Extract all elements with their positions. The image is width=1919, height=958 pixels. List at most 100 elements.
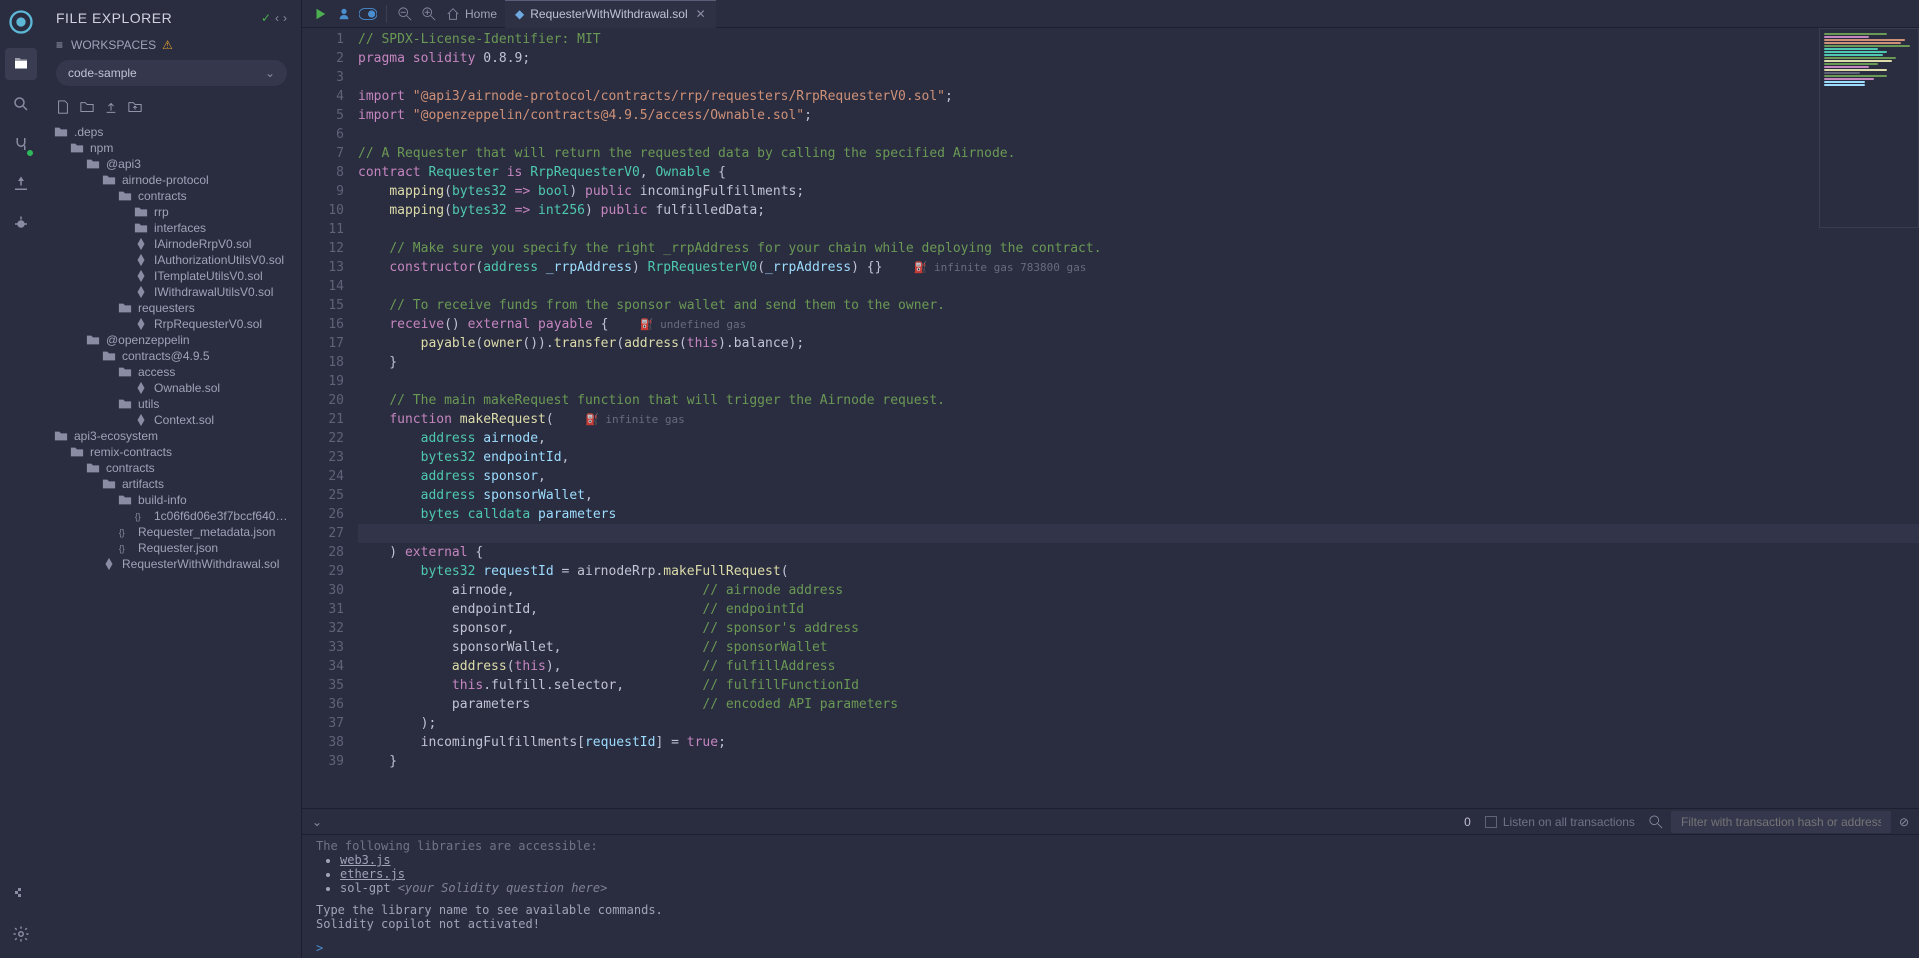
code-content[interactable]: // SPDX-License-Identifier: MITpragma so… xyxy=(358,28,1919,808)
zoom-in-icon[interactable] xyxy=(417,2,441,26)
code-line[interactable]: bytes calldata parameters xyxy=(358,505,1919,524)
listen-checkbox[interactable] xyxy=(1485,816,1497,828)
code-line[interactable]: // The main makeRequest function that wi… xyxy=(358,391,1919,410)
tree-folder[interactable]: airnode-protocol xyxy=(50,172,293,188)
code-line[interactable]: bytes32 requestId = airnodeRrp.makeFullR… xyxy=(358,562,1919,581)
tree-folder[interactable]: contracts xyxy=(50,188,293,204)
tree-folder[interactable]: .deps xyxy=(50,124,293,140)
clear-terminal-icon[interactable]: ⊘ xyxy=(1899,815,1909,829)
code-line[interactable]: ) external { xyxy=(358,543,1919,562)
tree-folder[interactable]: remix-contracts xyxy=(50,444,293,460)
upload-icon[interactable] xyxy=(104,100,118,114)
compiler-icon[interactable] xyxy=(5,128,37,160)
workspace-dropdown[interactable]: code-sample ⌄ xyxy=(56,60,287,86)
tree-folder[interactable]: contracts@4.9.5 xyxy=(50,348,293,364)
toggle-icon[interactable] xyxy=(356,2,380,26)
tree-file[interactable]: RequesterWithWithdrawal.sol xyxy=(50,556,293,572)
code-line[interactable]: ); xyxy=(358,714,1919,733)
terminal-filter-input[interactable] xyxy=(1671,811,1891,833)
plugin-manager-icon[interactable] xyxy=(5,878,37,910)
code-line[interactable]: // A Requester that will return the requ… xyxy=(358,144,1919,163)
tree-folder[interactable]: requesters xyxy=(50,300,293,316)
tree-folder[interactable]: artifacts xyxy=(50,476,293,492)
new-file-icon[interactable] xyxy=(56,100,70,114)
code-line[interactable]: address sponsor, xyxy=(358,467,1919,486)
code-line[interactable] xyxy=(358,524,1919,543)
file-explorer-icon[interactable] xyxy=(5,48,37,80)
tree-folder[interactable]: @api3 xyxy=(50,156,293,172)
home-tab[interactable]: Home xyxy=(465,7,497,21)
tree-folder[interactable]: api3-ecosystem xyxy=(50,428,293,444)
code-line[interactable]: import "@openzeppelin/contracts@4.9.5/ac… xyxy=(358,106,1919,125)
code-line[interactable]: parameters // encoded API parameters xyxy=(358,695,1919,714)
deploy-icon[interactable] xyxy=(5,168,37,200)
code-line[interactable]: address airnode, xyxy=(358,429,1919,448)
tree-folder[interactable]: @openzeppelin xyxy=(50,332,293,348)
terminal-body[interactable]: The following libraries are accessible: … xyxy=(302,835,1919,958)
tree-folder[interactable]: access xyxy=(50,364,293,380)
code-line[interactable]: mapping(bytes32 => int256) public fulfil… xyxy=(358,201,1919,220)
minimap[interactable] xyxy=(1819,28,1919,228)
code-line[interactable]: incomingFulfillments[requestId] = true; xyxy=(358,733,1919,752)
code-line[interactable]: address sponsorWallet, xyxy=(358,486,1919,505)
code-line[interactable] xyxy=(358,125,1919,144)
code-line[interactable] xyxy=(358,277,1919,296)
terminal-search-icon[interactable] xyxy=(1649,815,1663,829)
code-line[interactable]: // SPDX-License-Identifier: MIT xyxy=(358,30,1919,49)
code-line[interactable]: sponsorWallet, // sponsorWallet xyxy=(358,638,1919,657)
code-line[interactable]: receive() external payable { ⛽ undefined… xyxy=(358,315,1919,334)
run-icon[interactable] xyxy=(308,2,332,26)
tree-file[interactable]: IAuthorizationUtilsV0.sol xyxy=(50,252,293,268)
code-line[interactable] xyxy=(358,372,1919,391)
tree-file[interactable]: Ownable.sol xyxy=(50,380,293,396)
code-line[interactable]: // Make sure you specify the right _rrpA… xyxy=(358,239,1919,258)
code-line[interactable]: } xyxy=(358,752,1919,771)
tree-file[interactable]: {}1c06f6d06e3f7bccf640450151111a0... xyxy=(50,508,293,524)
code-line[interactable]: airnode, // airnode address xyxy=(358,581,1919,600)
tree-file[interactable]: {}Requester_metadata.json xyxy=(50,524,293,540)
tree-file[interactable]: IWithdrawalUtilsV0.sol xyxy=(50,284,293,300)
upload-folder-icon[interactable] xyxy=(128,100,142,114)
code-line[interactable]: contract Requester is RrpRequesterV0, Ow… xyxy=(358,163,1919,182)
next-chevron-icon[interactable]: › xyxy=(283,11,287,25)
code-line[interactable]: endpointId, // endpointId xyxy=(358,600,1919,619)
new-folder-icon[interactable] xyxy=(80,100,94,114)
lib-link[interactable]: web3.js xyxy=(340,853,391,867)
close-tab-icon[interactable]: ✕ xyxy=(696,7,706,21)
terminal-collapse-icon[interactable]: ⌄ xyxy=(312,815,1464,829)
code-line[interactable]: sponsor, // sponsor's address xyxy=(358,619,1919,638)
active-file-tab[interactable]: ◆ RequesterWithWithdrawal.sol ✕ xyxy=(505,0,716,28)
code-line[interactable]: } xyxy=(358,353,1919,372)
home-icon[interactable] xyxy=(441,2,465,26)
tree-file[interactable]: RrpRequesterV0.sol xyxy=(50,316,293,332)
code-editor[interactable]: 1234567891011121314151617181920212223242… xyxy=(302,28,1919,808)
code-line[interactable]: pragma solidity 0.8.9; xyxy=(358,49,1919,68)
tree-file[interactable]: {}Requester.json xyxy=(50,540,293,556)
code-line[interactable]: import "@api3/airnode-protocol/contracts… xyxy=(358,87,1919,106)
code-line[interactable]: this.fulfill.selector, // fulfillFunctio… xyxy=(358,676,1919,695)
tree-folder[interactable]: rrp xyxy=(50,204,293,220)
search-icon[interactable] xyxy=(5,88,37,120)
code-line[interactable]: mapping(bytes32 => bool) public incoming… xyxy=(358,182,1919,201)
zoom-out-icon[interactable] xyxy=(393,2,417,26)
debugger-icon[interactable] xyxy=(5,208,37,240)
code-line[interactable]: function makeRequest( ⛽ infinite gas xyxy=(358,410,1919,429)
tree-folder[interactable]: npm xyxy=(50,140,293,156)
lib-link[interactable]: ethers.js xyxy=(340,867,405,881)
code-line[interactable]: constructor(address _rrpAddress) RrpRequ… xyxy=(358,258,1919,277)
prev-chevron-icon[interactable]: ‹ xyxy=(275,11,279,25)
settings-icon[interactable] xyxy=(5,918,37,950)
tree-folder[interactable]: interfaces xyxy=(50,220,293,236)
git-ok-icon[interactable]: ✓ xyxy=(261,11,271,25)
code-line[interactable]: bytes32 endpointId, xyxy=(358,448,1919,467)
tree-file[interactable]: ITemplateUtilsV0.sol xyxy=(50,268,293,284)
tree-file[interactable]: Context.sol xyxy=(50,412,293,428)
tree-folder[interactable]: utils xyxy=(50,396,293,412)
code-line[interactable] xyxy=(358,68,1919,87)
code-line[interactable] xyxy=(358,220,1919,239)
code-line[interactable]: // To receive funds from the sponsor wal… xyxy=(358,296,1919,315)
tree-folder[interactable]: contracts xyxy=(50,460,293,476)
code-line[interactable]: payable(owner()).transfer(address(this).… xyxy=(358,334,1919,353)
tree-file[interactable]: IAirnodeRrpV0.sol xyxy=(50,236,293,252)
code-line[interactable]: address(this), // fulfillAddress xyxy=(358,657,1919,676)
